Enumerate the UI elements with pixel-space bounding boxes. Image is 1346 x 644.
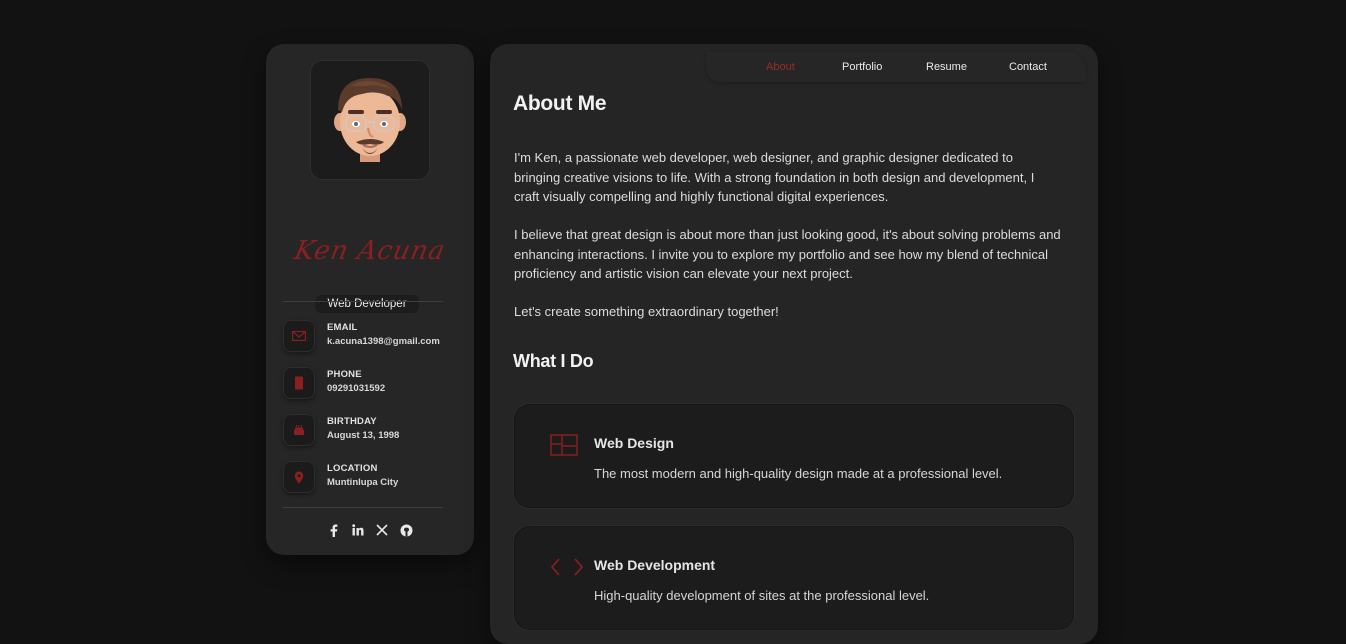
divider: [283, 301, 443, 302]
role-badge: Web Developer: [315, 295, 419, 313]
code-icon: [550, 556, 584, 582]
service-title: Web Development: [594, 557, 716, 573]
service-title: Web Design: [594, 435, 674, 451]
email-link[interactable]: k.acuna1398@gmail.com: [327, 336, 440, 347]
top-navigation: About Portfolio Resume Contact: [706, 52, 1086, 82]
x-icon[interactable]: [375, 523, 389, 537]
github-icon[interactable]: [399, 523, 413, 537]
layout-icon: [550, 434, 580, 460]
section-title: What I Do: [513, 351, 594, 371]
contact-email: EMAIL k.acuna1398@gmail.com: [283, 320, 463, 354]
phone-link[interactable]: 09291031592: [327, 383, 385, 394]
avatar: [310, 60, 430, 180]
memoji-avatar-icon: [334, 78, 406, 162]
about-paragraph-1: I'm Ken, a passionate web developer, web…: [514, 150, 1035, 204]
nav-resume[interactable]: Resume: [926, 61, 967, 73]
contact-label: EMAIL: [327, 322, 358, 333]
about-paragraph-2: I believe that great design is about mor…: [514, 227, 1061, 281]
service-card-web-development: Web Development High-quality development…: [514, 526, 1074, 630]
contact-location: LOCATION Muntinlupa City: [283, 461, 463, 495]
contact-label: PHONE: [327, 369, 362, 380]
social-links: [266, 523, 474, 537]
location-pin-icon: [283, 461, 315, 493]
phone-icon: [283, 367, 315, 399]
contact-birthday: BIRTHDAY August 13, 1998: [283, 414, 463, 448]
divider: [283, 507, 443, 508]
service-description: High-quality development of sites at the…: [594, 588, 930, 603]
nav-portfolio[interactable]: Portfolio: [842, 61, 882, 73]
about-paragraph-3: Let's create something extraordinary tog…: [514, 304, 779, 319]
contact-label: LOCATION: [327, 463, 378, 474]
contact-phone: PHONE 09291031592: [283, 367, 463, 401]
nav-contact[interactable]: Contact: [1009, 61, 1047, 73]
birthday-value: August 13, 1998: [327, 430, 400, 441]
main-panel: About Portfolio Resume Contact About Me …: [490, 44, 1098, 644]
cake-icon: [283, 414, 315, 446]
mail-icon: [283, 320, 315, 352]
linkedin-icon[interactable]: [351, 523, 365, 537]
page-title: About Me: [513, 92, 607, 115]
service-card-web-design: Web Design The most modern and high-qual…: [514, 404, 1074, 508]
profile-sidebar: Ken Acuna Web Developer EMAIL k.acuna139…: [266, 44, 474, 555]
location-value: Muntinlupa City: [327, 477, 399, 488]
contact-label: BIRTHDAY: [327, 416, 377, 427]
nav-about[interactable]: About: [766, 61, 795, 73]
name-signature: Ken Acuna: [291, 236, 449, 266]
service-description: The most modern and high-quality design …: [594, 466, 1003, 481]
facebook-icon[interactable]: [327, 523, 341, 537]
